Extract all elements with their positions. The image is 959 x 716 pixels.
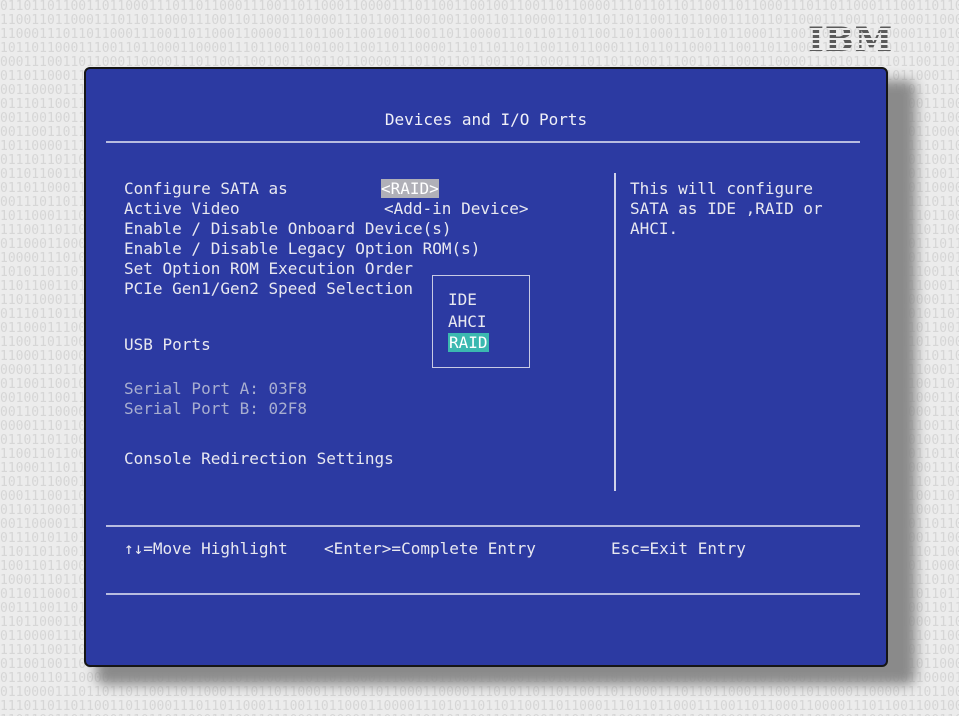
footer-enter-hint: <Enter>=Complete Entry: [324, 539, 536, 558]
popup-option-ahci[interactable]: AHCI: [448, 312, 487, 331]
popup-option-ide[interactable]: IDE: [448, 290, 477, 309]
ibm-logo: IBM: [808, 20, 894, 60]
popup-option-raid[interactable]: RAID: [448, 333, 489, 352]
menu-item-option-rom-order[interactable]: Set Option ROM Execution Order: [124, 259, 413, 278]
footer-move-hint: ↑↓=Move Highlight: [124, 539, 288, 558]
bios-screen: Devices and I/O Ports Configure SATA as …: [84, 67, 888, 667]
menu-item-active-video[interactable]: Active Video: [124, 199, 240, 218]
footer-bottom-divider: [106, 593, 860, 595]
menu-item-serial-port-a: Serial Port A: 03F8: [124, 379, 308, 398]
footer-top-divider: [106, 525, 860, 527]
menu-item-console-redirection[interactable]: Console Redirection Settings: [124, 449, 394, 468]
menu-item-configure-sata[interactable]: Configure SATA as: [124, 179, 288, 198]
menu-item-serial-port-b: Serial Port B: 02F8: [124, 399, 308, 418]
page-title: Devices and I/O Ports: [384, 110, 588, 129]
footer-esc-hint: Esc=Exit Entry: [611, 539, 746, 558]
configure-sata-value[interactable]: <RAID>: [381, 179, 439, 198]
help-text: This will configure SATA as IDE ,RAID or…: [630, 179, 823, 238]
menu-item-legacy-option-rom[interactable]: Enable / Disable Legacy Option ROM(s): [124, 239, 480, 258]
title-divider: [106, 141, 860, 143]
active-video-value[interactable]: <Add-in Device>: [384, 199, 529, 218]
binary-row: 0110110110011011000111011011000111001101…: [0, 0, 959, 14]
help-divider: [614, 173, 616, 491]
binary-row: 0110000111011011011001101100011101101100…: [0, 686, 959, 700]
menu-item-onboard-devices[interactable]: Enable / Disable Onboard Device(s): [124, 219, 452, 238]
binary-row: 1110110110110011011000111011011000111001…: [0, 700, 959, 714]
menu-item-usb-ports[interactable]: USB Ports: [124, 335, 211, 354]
menu-item-pcie-speed[interactable]: PCIe Gen1/Gen2 Speed Selection: [124, 279, 413, 298]
sata-mode-popup: IDE AHCI RAID: [432, 275, 530, 368]
